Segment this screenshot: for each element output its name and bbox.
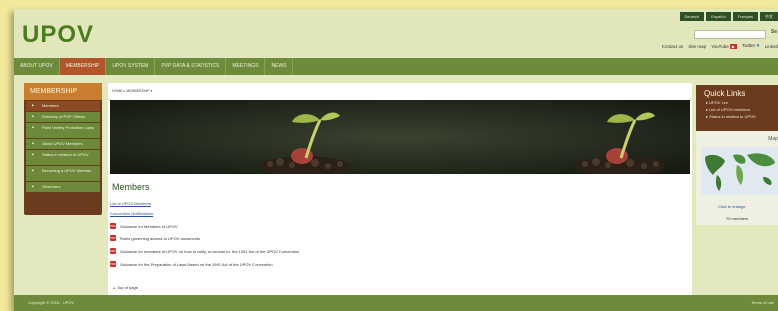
sidebar-header: MEMBERSHIP xyxy=(24,83,102,100)
sitemap-link[interactable]: Site map xyxy=(688,44,706,49)
quick-link-label: UPOV Lex xyxy=(709,100,729,105)
right-sidebar: Quick Links ▸ UPOV Lex ▸ List of UPOV me… xyxy=(696,85,778,225)
youtube-label: YouTube xyxy=(711,43,729,49)
nav-membership[interactable]: MEMBERSHIP xyxy=(59,58,107,75)
top-links: Contact us Site map YouTube ▶ Twitter● Li… xyxy=(662,43,778,49)
list-of-members-link[interactable]: List of UPOV Members xyxy=(110,201,151,206)
lang-deutsch[interactable]: Deutsch xyxy=(679,12,705,21)
nav-news[interactable]: NEWS xyxy=(265,58,294,75)
upov-logo[interactable]: UPOV xyxy=(22,21,94,49)
content-area: MEMBERSHIP Members Directory of PVP Offi… xyxy=(14,75,778,295)
page-title: Members xyxy=(112,182,150,192)
search-input[interactable] xyxy=(694,30,766,39)
doc-guidance-members[interactable]: PDF Guidance for Members of UPOV xyxy=(110,223,178,229)
nav-pvp-data-statistics[interactable]: PVP DATA & STATISTICS xyxy=(155,58,227,75)
world-map-image xyxy=(701,147,778,195)
pdf-icon: PDF xyxy=(110,223,116,229)
sidebar-item-pvp-laws[interactable]: Plant Variety Protection Laws xyxy=(26,123,100,138)
doc-title: Rules governing access to UPOV documents xyxy=(120,235,201,241)
copyright-text: Copyright © 2015 - UPOV xyxy=(28,300,75,305)
sidebar-item-status[interactable]: Status in relation to UPOV xyxy=(26,150,100,165)
twitter-link[interactable]: Twitter● xyxy=(742,43,760,49)
twitter-label: Twitter xyxy=(741,43,756,48)
quick-links-box: Quick Links ▸ UPOV Lex ▸ List of UPOV me… xyxy=(696,85,778,131)
main-nav: ABOUT UPOV MEMBERSHIP UPOV SYSTEM PVP DA… xyxy=(14,58,778,75)
members-map[interactable] xyxy=(701,147,778,195)
sidebar-item-about-members[interactable]: About UPOV Members xyxy=(26,139,100,149)
quick-link-label: Status in relation to UPOV xyxy=(709,114,756,119)
quick-link-status[interactable]: ▸ Status in relation to UPOV xyxy=(706,114,778,119)
lang-chinese[interactable]: 中文 xyxy=(760,12,778,21)
seedling-banner xyxy=(110,100,690,174)
click-to-enlarge-link[interactable]: Click to enlarge xyxy=(718,204,746,209)
quick-link-list-members[interactable]: ▸ List of UPOV members xyxy=(706,107,778,112)
convention-notifications-link[interactable]: Convention Notifications xyxy=(110,211,153,216)
sidebar-item-directory[interactable]: Directory of PVP Offices xyxy=(26,112,100,122)
breadcrumb[interactable]: HOME ▸ MEMBERSHIP ▾ xyxy=(112,89,152,93)
doc-title: Guidance for members of UPOV on how to r… xyxy=(120,248,300,254)
browser-frame: UPOV Deutsch Español Français 中文 Se Cont… xyxy=(14,9,778,311)
youtube-link[interactable]: YouTube ▶ xyxy=(711,43,737,49)
lang-francais[interactable]: Français xyxy=(732,12,758,21)
linkedin-link[interactable]: Linked xyxy=(765,44,778,49)
site-footer: Copyright © 2015 - UPOV Terms of use xyxy=(14,295,778,311)
doc-guidance-ratify[interactable]: PDF Guidance for members of UPOV on how … xyxy=(110,248,299,254)
quick-link-upov-lex[interactable]: ▸ UPOV Lex xyxy=(706,100,778,105)
contact-link[interactable]: Contact us xyxy=(662,44,684,49)
nav-meetings[interactable]: MEETINGS xyxy=(226,58,266,75)
top-of-page-link[interactable]: ▲ Top of page xyxy=(112,285,138,290)
sidebar-item-observers[interactable]: Observers xyxy=(26,182,100,192)
youtube-icon: ▶ xyxy=(729,43,737,49)
map-title: Map xyxy=(768,136,778,142)
lang-espanol[interactable]: Español xyxy=(706,12,731,21)
sidebar-item-members[interactable]: Members xyxy=(26,101,100,111)
doc-title: Guidance for the Preparation of Laws Bas… xyxy=(120,261,273,267)
members-count: 75 members xyxy=(726,216,749,221)
search-button[interactable]: Se xyxy=(771,29,777,35)
top-of-page-label: Top of page xyxy=(117,285,138,290)
main-content: HOME ▸ MEMBERSHIP ▾ Members List of UPOV… xyxy=(108,83,692,295)
membership-sidebar: MEMBERSHIP Members Directory of PVP Offi… xyxy=(24,83,102,215)
pdf-icon: PDF xyxy=(110,261,116,267)
pdf-icon: PDF xyxy=(110,235,116,241)
arrow-up-icon: ▲ xyxy=(112,285,116,290)
nav-about-upov[interactable]: ABOUT UPOV xyxy=(14,58,60,75)
seedling-banner-image xyxy=(110,100,690,174)
terms-link[interactable]: Terms of use xyxy=(751,300,774,305)
language-bar: Deutsch Español Français 中文 xyxy=(679,12,778,21)
sidebar-item-becoming-member[interactable]: Becoming a UPOV Member xyxy=(26,166,100,181)
doc-guidance-laws[interactable]: PDF Guidance for the Preparation of Laws… xyxy=(110,261,273,267)
doc-title: Guidance for Members of UPOV xyxy=(120,223,178,229)
quick-link-label: List of UPOV members xyxy=(709,107,751,112)
pdf-icon: PDF xyxy=(110,248,116,254)
nav-upov-system[interactable]: UPOV SYSTEM xyxy=(106,58,156,75)
doc-rules-access[interactable]: PDF Rules governing access to UPOV docum… xyxy=(110,235,200,241)
quick-links-title: Quick Links xyxy=(704,89,746,98)
site-header: UPOV Deutsch Español Français 中文 Se Cont… xyxy=(14,9,778,57)
twitter-icon: ● xyxy=(756,43,760,49)
